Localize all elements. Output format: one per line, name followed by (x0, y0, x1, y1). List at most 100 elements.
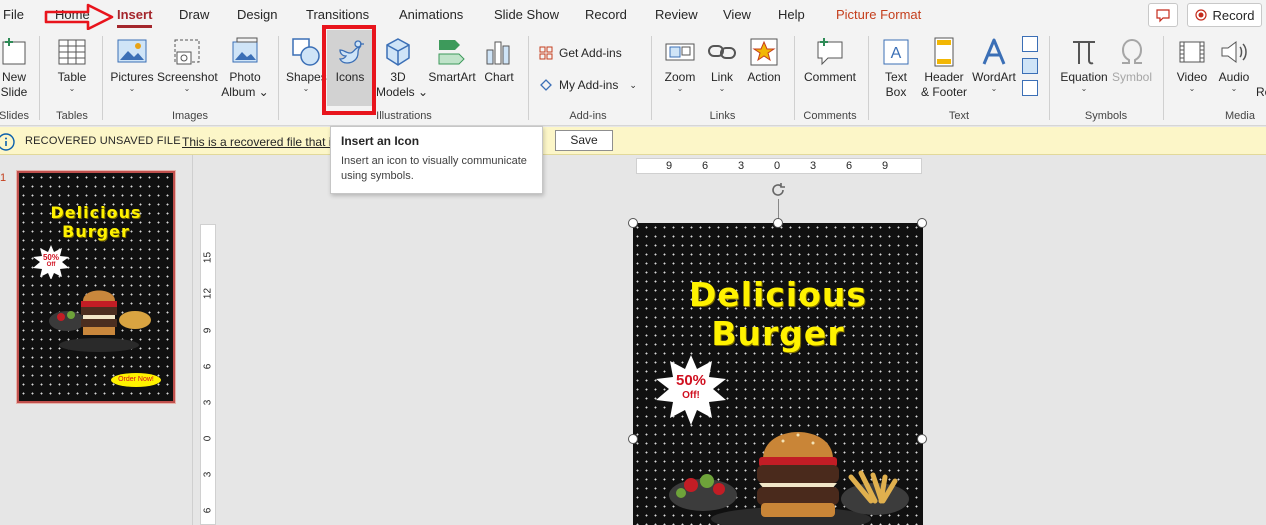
resize-handle-top-left[interactable] (628, 218, 638, 228)
tooltip-body: Insert an icon to visually communicate u… (341, 155, 527, 182)
tab-design[interactable]: Design (237, 7, 277, 22)
zoom-icon (665, 43, 695, 61)
photo-album-icon (232, 37, 258, 63)
slide-thumbnail-1[interactable]: Delicious Burger 50% Off Order Now! (16, 170, 176, 404)
annotation-highlight-box (322, 25, 376, 115)
chart-button[interactable]: Chart (480, 36, 518, 85)
chart-icon (486, 41, 510, 65)
thumb-burger-image (49, 290, 151, 352)
my-addins-button[interactable]: My Add-ins ⌄ (538, 77, 637, 93)
equation-button[interactable]: Equation ⌄ (1056, 36, 1112, 93)
poster-image[interactable]: Delicious Burger 50% Off! (633, 223, 923, 525)
action-button[interactable]: Action (743, 36, 785, 85)
slide-title-line2: Burger (711, 314, 845, 353)
tab-record[interactable]: Record (585, 7, 627, 22)
slide-thumbnail-pane: 1 Delicious Burger 50% Off Order Now! (0, 155, 193, 525)
smartart-button[interactable]: SmartArt (425, 36, 479, 85)
badge-percent-text: 50% (675, 372, 707, 389)
group-tables-label: Tables (56, 110, 88, 122)
link-button[interactable]: Link ⌄ (704, 36, 740, 93)
infobar-message[interactable]: This is a recovered file that is (182, 135, 337, 149)
3d-models-button[interactable]: 3D Models ⌄ (376, 36, 428, 100)
record-button[interactable]: Record (1187, 3, 1262, 27)
record-icon (1194, 9, 1207, 21)
resize-handle-left[interactable] (628, 434, 638, 444)
pi-icon (1073, 41, 1095, 65)
thumb-title-line1: Delicious (50, 203, 142, 222)
wordart-button[interactable]: WordArt ⌄ (970, 36, 1018, 93)
cube-icon (386, 38, 410, 66)
group-slides-label: Slides (0, 110, 29, 122)
header-footer-button[interactable]: Header & Footer (918, 36, 970, 100)
pictures-button[interactable]: Pictures ⌄ (108, 36, 156, 93)
group-symbols-label: Symbols (1084, 110, 1128, 122)
tab-slide-show[interactable]: Slide Show (494, 7, 559, 22)
object-button[interactable] (1022, 80, 1038, 96)
thumb-title-line2: Burger (62, 222, 130, 241)
thumb-order-now-badge: Order Now! (111, 373, 161, 387)
pictures-icon (117, 39, 147, 63)
tab-transitions[interactable]: Transitions (306, 7, 369, 22)
screenshot-icon (174, 39, 200, 65)
burger-image (669, 432, 909, 525)
omega-icon (1121, 38, 1143, 64)
action-star-icon (750, 38, 778, 66)
tooltip-title: Insert an Icon (341, 134, 420, 148)
tab-view[interactable]: View (723, 7, 751, 22)
resize-handle-top-right[interactable] (917, 218, 927, 228)
text-box-icon: A (883, 39, 909, 65)
group-text-label: Text (948, 110, 970, 122)
group-illustrations-label: Illustrations (376, 110, 432, 122)
ribbon-insert: New Slide Slides Table ⌄ Tables Pictures… (0, 25, 1266, 126)
comment-button[interactable]: Comment (800, 36, 860, 85)
tab-draw[interactable]: Draw (179, 7, 209, 22)
tab-review[interactable]: Review (655, 7, 698, 22)
screenshot-button[interactable]: Screenshot ⌄ (157, 36, 218, 93)
infobar-save-button[interactable]: Save (555, 130, 613, 151)
comment-icon (1156, 9, 1170, 23)
group-images-label: Images (171, 110, 209, 122)
group-links-label: Links (709, 110, 736, 122)
tab-picture-format[interactable]: Picture Format (836, 7, 921, 22)
speaker-icon (1221, 41, 1247, 63)
group-comments-label: Comments (803, 110, 857, 122)
group-addins-label: Add-ins (569, 110, 607, 122)
table-button[interactable]: Table ⌄ (50, 36, 94, 93)
audio-button[interactable]: Audio ⌄ (1214, 36, 1254, 93)
symbol-button[interactable]: Symbol (1110, 36, 1154, 85)
slide-title-line1: Delicious (688, 275, 868, 314)
horizontal-ruler: 9 6 3 0 3 6 9 (636, 158, 922, 174)
text-box-button[interactable]: A Text Box (876, 36, 916, 100)
video-button[interactable]: Video ⌄ (1170, 36, 1214, 93)
resize-handle-right[interactable] (917, 434, 927, 444)
group-media-label: Media (1225, 110, 1255, 122)
slide-number: 1 (0, 172, 7, 184)
resize-handle-top[interactable] (773, 218, 783, 228)
date-time-button[interactable] (1022, 36, 1038, 52)
tab-help[interactable]: Help (778, 7, 805, 22)
rotate-handle-icon[interactable] (768, 180, 788, 200)
shapes-button[interactable]: Shapes ⌄ (286, 36, 327, 93)
get-addins-button[interactable]: Get Add-ins (538, 45, 622, 61)
annotation-arrow (44, 3, 114, 31)
slide-number-button[interactable] (1022, 58, 1038, 74)
table-icon (58, 39, 86, 65)
photo-album-button[interactable]: Photo Album ⌄ (219, 36, 271, 100)
comment-icon (817, 38, 843, 66)
vertical-ruler: 15 12 9 6 3 0 3 6 (200, 224, 216, 525)
comments-button[interactable] (1148, 3, 1178, 27)
screen-recording-button[interactable]: Re (1256, 85, 1266, 100)
tab-file[interactable]: File (3, 7, 24, 22)
zoom-button[interactable]: Zoom ⌄ (660, 36, 700, 93)
tab-insert[interactable]: Insert (117, 7, 153, 28)
info-icon (0, 133, 15, 151)
link-icon (708, 45, 736, 59)
smartart-icon (438, 40, 465, 65)
header-footer-icon (934, 37, 954, 67)
ribbon-tab-bar: File Home Insert Draw Design Transitions… (0, 0, 1266, 31)
slide-editor-canvas[interactable]: 9 6 3 0 3 6 9 15 12 9 6 3 0 3 6 Deliciou… (194, 155, 1266, 525)
tab-animations[interactable]: Animations (399, 7, 463, 22)
new-slide-button[interactable]: New Slide (0, 36, 34, 100)
wordart-icon (982, 38, 1006, 65)
film-icon (1179, 41, 1205, 63)
